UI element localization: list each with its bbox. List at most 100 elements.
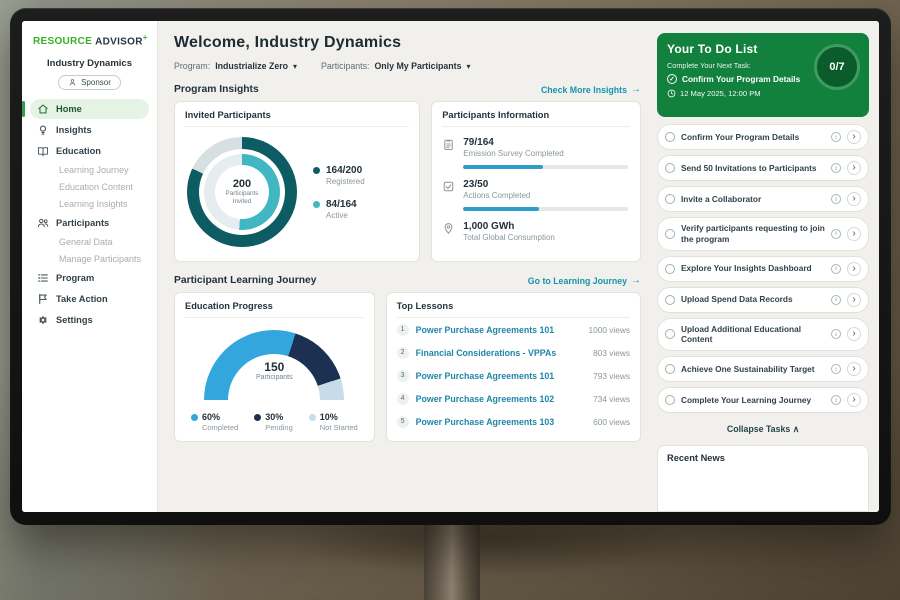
legend-label: Pending xyxy=(265,423,293,432)
check-more-insights-link[interactable]: Check More Insights → xyxy=(541,84,641,95)
legend-label: Registered xyxy=(326,177,365,186)
sidebar-item-manage-participants[interactable]: Manage Participants xyxy=(30,251,149,267)
lesson-link[interactable]: Power Purchase Agreements 101 xyxy=(416,371,586,381)
task-checkbox[interactable] xyxy=(665,194,675,204)
legend-dot xyxy=(191,414,198,421)
todo-task[interactable]: Send 50 Invitations to Participants i › xyxy=(657,155,869,181)
gauge-legend: 60%Completed30%Pending10%Not Started xyxy=(191,412,358,432)
sidebar-item-program[interactable]: Program xyxy=(30,268,149,288)
donut-legend-item: 164/200Registered xyxy=(313,165,365,186)
info-icon[interactable]: i xyxy=(831,194,841,204)
task-chevron-icon[interactable]: › xyxy=(847,362,861,376)
task-chevron-icon[interactable]: › xyxy=(847,227,861,241)
metric-text: 79/164Emission Survey Completed xyxy=(463,137,563,158)
metric-value: 79/164 xyxy=(463,137,563,148)
sidebar-item-education-content[interactable]: Education Content xyxy=(30,179,149,195)
info-icon[interactable]: i xyxy=(831,364,841,374)
sidebar-item-home[interactable]: Home xyxy=(30,99,149,119)
info-icon[interactable]: i xyxy=(831,132,841,142)
donut-legend: 164/200Registered84/164Active xyxy=(313,165,365,220)
legend-value-row: 60% xyxy=(191,412,238,422)
program-insights-header: Program Insights Check More Insights → xyxy=(174,84,641,95)
sidebar-item-general-data[interactable]: General Data xyxy=(30,234,149,250)
task-checkbox[interactable] xyxy=(665,329,675,339)
task-checkbox[interactable] xyxy=(665,163,675,173)
todo-task[interactable]: Verify participants requesting to join t… xyxy=(657,217,869,251)
task-checkbox[interactable] xyxy=(665,132,675,142)
task-checkbox[interactable] xyxy=(665,229,675,239)
task-checkbox[interactable] xyxy=(665,264,675,274)
participants-select[interactable]: Participants: Only My Participants ▾ xyxy=(321,61,470,71)
todo-task[interactable]: Complete Your Learning Journeyi› xyxy=(657,387,869,413)
sponsor-badge-label: Sponsor xyxy=(81,78,111,87)
info-icon[interactable]: i xyxy=(831,395,841,405)
sidebar-item-education[interactable]: Education xyxy=(30,141,149,161)
top-lessons-card: Top Lessons 1Power Purchase Agreements 1… xyxy=(386,292,641,442)
sponsor-badge[interactable]: Sponsor xyxy=(58,75,121,90)
task-chevron-icon[interactable]: › xyxy=(847,393,861,407)
info-icon[interactable]: i xyxy=(831,295,841,305)
lesson-link[interactable]: Financial Considerations - VPPAs xyxy=(416,348,586,358)
sidebar-item-label: Education xyxy=(56,146,101,156)
lesson-link[interactable]: Power Purchase Agreements 102 xyxy=(416,394,586,404)
todo-task[interactable]: Explore Your Insights Dashboardi› xyxy=(657,256,869,282)
sidebar-item-take-action[interactable]: Take Action xyxy=(30,289,149,309)
legend-value-row: 30% xyxy=(254,412,293,422)
donut-outer-ring: 200 Participants Invited xyxy=(187,137,297,247)
lesson-link[interactable]: Power Purchase Agreements 103 xyxy=(416,417,586,427)
todo-task[interactable]: Invite a Collaborator i › xyxy=(657,186,869,212)
consumption-icon xyxy=(442,222,455,235)
program-select[interactable]: Program: Industrialize Zero ▾ xyxy=(174,61,297,71)
metric-label: Actions Completed xyxy=(463,191,530,200)
sidebar-item-insights[interactable]: Insights xyxy=(30,120,149,140)
todo-task[interactable]: Upload Additional Educational Content i › xyxy=(657,318,869,352)
donut-inner-ring: 200 Participants Invited xyxy=(204,154,280,230)
take-action-icon xyxy=(37,293,49,305)
task-label: Invite a Collaborator xyxy=(681,194,825,205)
task-label: Verify participants requesting to join t… xyxy=(681,223,825,245)
info-icon[interactable]: i xyxy=(831,264,841,274)
sidebar-item-learning-insights[interactable]: Learning Insights xyxy=(30,196,149,212)
survey-icon xyxy=(442,138,455,151)
chevron-down-icon: ▾ xyxy=(293,62,297,71)
section-title-program-insights: Program Insights xyxy=(174,84,259,95)
task-chevron-icon[interactable]: › xyxy=(847,293,861,307)
sidebar-item-participants[interactable]: Participants xyxy=(30,213,149,233)
task-chevron-icon[interactable]: › xyxy=(847,161,861,175)
task-checkbox[interactable] xyxy=(665,364,675,374)
todo-task[interactable]: Confirm Your Program Detailsi› xyxy=(657,124,869,150)
photo-background: RESOURCEADVISOR+ Industry Dynamics Spons… xyxy=(0,0,900,600)
clock-icon xyxy=(667,89,676,98)
sidebar-item-label: Education Content xyxy=(59,182,133,192)
task-label: Achieve One Sustainability Target xyxy=(681,364,825,375)
legend-text: 164/200Registered xyxy=(326,165,365,186)
task-label: Upload Additional Educational Content xyxy=(681,324,825,346)
task-checkbox[interactable] xyxy=(665,395,675,405)
info-metric: 1,000 GWhTotal Global Consumption xyxy=(442,221,630,242)
task-chevron-icon[interactable]: › xyxy=(847,327,861,341)
collapse-tasks-link[interactable]: Collapse Tasks ∧ xyxy=(657,420,869,436)
go-to-learning-journey-link[interactable]: Go to Learning Journey → xyxy=(528,275,641,286)
task-chevron-icon[interactable]: › xyxy=(847,192,861,206)
task-label: Send 50 Invitations to Participants xyxy=(681,163,825,174)
info-icon[interactable]: i xyxy=(831,329,841,339)
learning-journey-header: Participant Learning Journey Go to Learn… xyxy=(174,275,641,286)
todo-task[interactable]: Achieve One Sustainability Target i › xyxy=(657,356,869,382)
task-chevron-icon[interactable]: › xyxy=(847,262,861,276)
legend-value: 30% xyxy=(265,412,283,422)
task-checkbox[interactable] xyxy=(665,295,675,305)
sidebar-item-label: Insights xyxy=(56,125,92,135)
gauge-legend-item: 10%Not Started xyxy=(309,412,358,432)
legend-value: 10% xyxy=(320,412,338,422)
task-chevron-icon[interactable]: › xyxy=(847,130,861,144)
lesson-link[interactable]: Power Purchase Agreements 101 xyxy=(416,325,582,335)
program-value: Industrialize Zero xyxy=(215,61,288,71)
info-icon[interactable]: i xyxy=(831,163,841,173)
todo-task[interactable]: Upload Spend Data Recordsi› xyxy=(657,287,869,313)
info-icon[interactable]: i xyxy=(831,229,841,239)
sidebar-item-learning-journey[interactable]: Learning Journey xyxy=(30,162,149,178)
card-title: Top Lessons xyxy=(397,301,630,318)
arrow-right-icon: → xyxy=(631,275,641,286)
recent-news-header[interactable]: Recent News xyxy=(657,445,869,512)
sidebar-item-settings[interactable]: Settings xyxy=(30,310,149,330)
